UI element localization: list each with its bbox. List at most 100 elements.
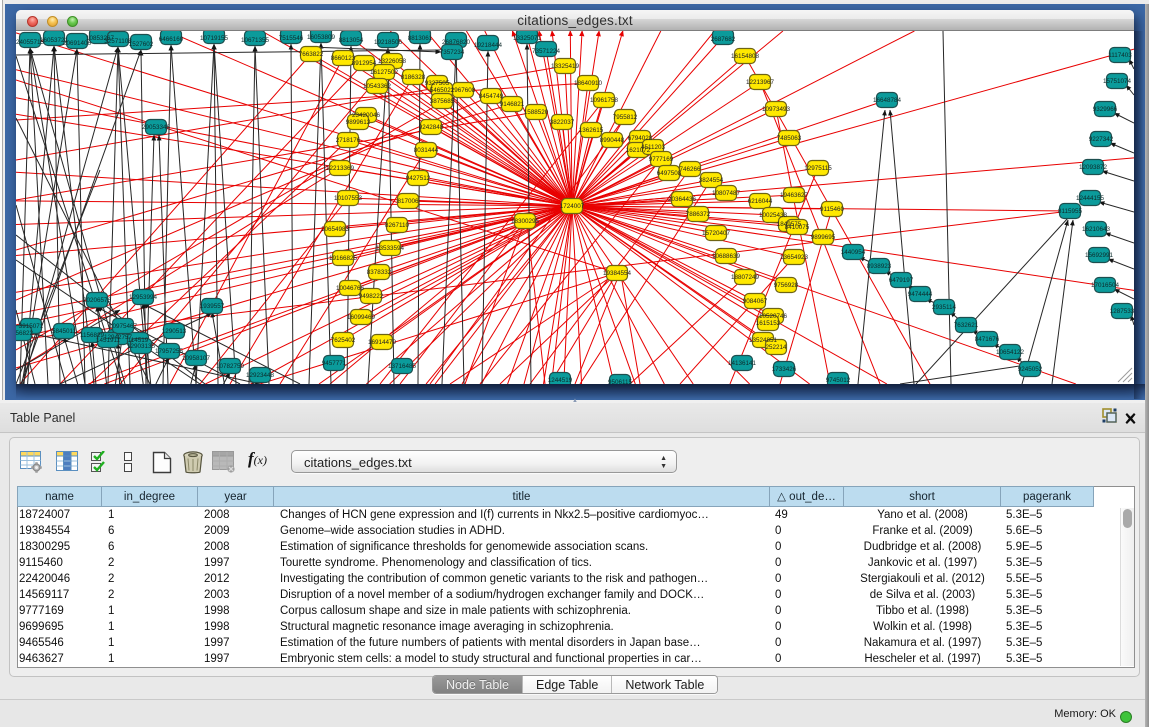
svg-text:13716485: 13716485 (388, 363, 417, 370)
svg-text:746266: 746266 (679, 166, 701, 173)
svg-text:8454749: 8454749 (479, 93, 504, 100)
svg-text:8990448: 8990448 (600, 137, 625, 144)
svg-text:9457771: 9457771 (322, 360, 347, 367)
svg-text:10975467: 10975467 (109, 323, 138, 330)
svg-text:19463627: 19463627 (780, 192, 809, 199)
svg-text:10025438: 10025438 (759, 212, 788, 219)
svg-text:7955812: 7955812 (613, 114, 638, 121)
svg-text:12953994: 12953994 (129, 294, 158, 301)
svg-text:10654983: 10654983 (321, 226, 350, 233)
svg-text:8031444: 8031444 (414, 147, 439, 154)
svg-text:1362615: 1362615 (579, 127, 604, 134)
svg-text:9329966: 9329966 (1093, 106, 1118, 113)
svg-text:6794028: 6794028 (628, 135, 653, 142)
svg-text:1939557: 1939557 (200, 303, 225, 310)
svg-text:16648784: 16648784 (873, 97, 902, 104)
svg-text:12903135: 12903135 (127, 343, 156, 350)
svg-text:9242848: 9242848 (419, 124, 444, 131)
svg-text:12923448: 12923448 (246, 372, 275, 379)
svg-text:10958107: 10958107 (182, 355, 211, 362)
svg-text:18640910: 18640910 (574, 80, 603, 87)
svg-text:10688639: 10688639 (712, 253, 741, 260)
svg-text:1117403: 1117403 (1108, 52, 1132, 59)
svg-text:10807487: 10807487 (712, 190, 741, 197)
svg-text:23420046: 23420046 (352, 112, 381, 119)
svg-text:9745012: 9745012 (826, 377, 851, 384)
svg-text:10543362: 10543362 (363, 83, 392, 90)
svg-text:1527602: 1527602 (129, 41, 154, 48)
svg-text:19166825: 19166825 (329, 255, 358, 262)
svg-text:10782759: 10782759 (216, 363, 245, 370)
svg-text:7357234: 7357234 (440, 49, 465, 56)
svg-text:12093872: 12093872 (1079, 164, 1108, 171)
svg-text:18807249: 18807249 (731, 274, 760, 281)
svg-text:16154808: 16154808 (731, 53, 760, 60)
svg-text:6216044: 6216044 (748, 198, 773, 205)
svg-text:1451911: 1451911 (96, 337, 121, 344)
svg-text:15751074: 15751074 (1103, 78, 1132, 85)
svg-text:16210643: 16210643 (1082, 226, 1111, 233)
svg-text:2967608: 2967608 (451, 87, 476, 94)
svg-text:7886372: 7886372 (686, 211, 711, 218)
svg-text:8813054: 8813054 (339, 37, 364, 44)
svg-text:29053346: 29053346 (142, 124, 171, 131)
svg-text:16099469: 16099469 (347, 314, 376, 321)
svg-text:9777169: 9777169 (649, 156, 674, 163)
svg-text:4511203: 4511203 (641, 144, 666, 151)
svg-text:17016504: 17016504 (1091, 282, 1120, 289)
svg-text:8471676: 8471676 (975, 336, 1000, 343)
svg-text:9327505: 9327505 (425, 80, 450, 87)
svg-text:16914479: 16914479 (368, 339, 397, 346)
svg-text:1287533: 1287533 (1110, 308, 1134, 315)
svg-text:15692991: 15692991 (1085, 252, 1114, 259)
svg-text:2935114: 2935114 (932, 304, 957, 311)
svg-text:13654923: 13654923 (780, 254, 809, 261)
svg-text:8938923: 8938923 (867, 263, 892, 270)
svg-text:16127502: 16127502 (370, 69, 399, 76)
svg-text:8410075: 8410075 (785, 224, 810, 231)
svg-text:817006: 817006 (397, 198, 419, 205)
svg-text:1156822: 1156822 (16, 330, 34, 337)
svg-text:73571224: 73571224 (532, 48, 561, 55)
svg-text:16053809: 16053809 (307, 34, 336, 41)
svg-text:10719155: 10719155 (200, 35, 229, 42)
svg-text:19218506: 19218506 (374, 39, 403, 46)
svg-text:19218444: 19218444 (474, 42, 503, 49)
svg-text:9227342: 9227342 (1089, 136, 1114, 143)
svg-text:8267110: 8267110 (385, 222, 410, 229)
svg-text:1588520: 1588520 (524, 109, 549, 116)
svg-text:9427512: 9427512 (406, 175, 431, 182)
svg-text:6466160: 6466160 (159, 36, 184, 43)
svg-text:12444155: 12444155 (1076, 195, 1105, 202)
svg-text:8378332: 8378332 (367, 269, 392, 276)
svg-text:13524851: 13524851 (749, 337, 778, 344)
svg-text:1724007: 1724007 (560, 203, 585, 210)
svg-text:9899695: 9899695 (811, 234, 836, 241)
svg-text:1615152: 1615152 (756, 320, 781, 327)
svg-text:9084067: 9084067 (743, 298, 768, 305)
svg-text:10961758: 10961758 (590, 97, 619, 104)
svg-text:13325071: 13325071 (513, 35, 542, 42)
svg-text:26876820: 26876820 (442, 39, 471, 46)
svg-text:10654122: 10654122 (996, 349, 1025, 356)
svg-text:3875685: 3875685 (430, 98, 455, 105)
svg-text:1440954: 1440954 (841, 249, 866, 256)
svg-text:12975115: 12975115 (804, 165, 832, 172)
svg-text:9498222: 9498222 (359, 293, 384, 300)
svg-text:9146821: 9146821 (500, 101, 525, 108)
svg-text:1733426: 1733426 (772, 366, 797, 373)
svg-text:9756928: 9756928 (774, 282, 799, 289)
svg-text:13533594: 13533594 (376, 245, 405, 252)
svg-text:2718176: 2718176 (336, 137, 361, 144)
svg-text:1244519: 1244519 (548, 377, 573, 384)
svg-text:7485063: 7485063 (777, 135, 802, 142)
svg-text:12213369: 12213369 (326, 165, 355, 172)
svg-text:3915071: 3915071 (19, 323, 44, 330)
svg-text:10107553: 10107553 (334, 195, 363, 202)
svg-text:7663822: 7663822 (299, 51, 324, 58)
svg-text:8115955: 8115955 (1058, 208, 1083, 215)
svg-text:8813061: 8813061 (408, 35, 433, 42)
svg-text:14136141: 14136141 (728, 360, 757, 367)
svg-text:1290513: 1290513 (162, 328, 187, 335)
svg-text:15720407: 15720407 (702, 230, 731, 237)
